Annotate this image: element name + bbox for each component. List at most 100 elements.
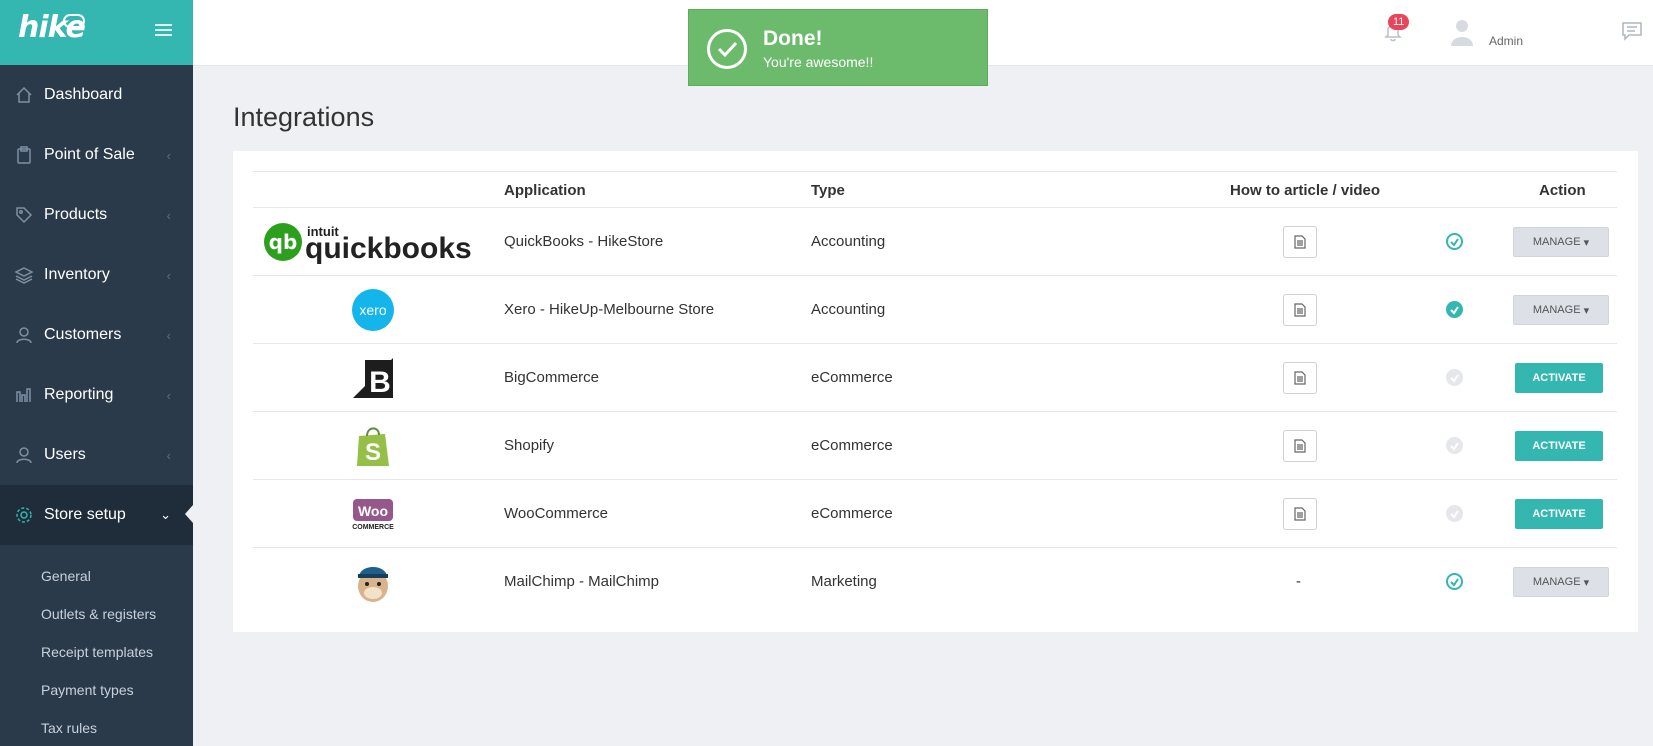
toast-message: You're awesome!! xyxy=(763,54,874,70)
sidebar: hike Dashboard Point of Sale ‹ Products … xyxy=(0,0,193,746)
application-name: BigCommerce xyxy=(504,369,600,386)
user-icon xyxy=(14,445,34,465)
sidebar-item-label: Products xyxy=(44,206,108,223)
chevron-left-icon: ‹ xyxy=(166,207,171,223)
sidebar-item-users[interactable]: Users ‹ xyxy=(0,425,193,485)
submenu-item-outlets-registers[interactable]: Outlets & registers xyxy=(0,595,193,633)
document-icon xyxy=(1294,303,1306,317)
application-name: QuickBooks - HikeStore xyxy=(504,233,664,250)
column-header-application: Application xyxy=(504,182,586,199)
user-menu-label[interactable]: Admin xyxy=(1489,34,1523,48)
table-row: MailChimp - MailChimp Marketing - MANAGE… xyxy=(253,548,1617,616)
application-type: Accounting xyxy=(811,301,886,318)
submenu-item-receipt-templates[interactable]: Receipt templates xyxy=(0,633,193,671)
sidebar-item-products[interactable]: Products ‹ xyxy=(0,185,193,245)
sidebar-item-point-of-sale[interactable]: Point of Sale ‹ xyxy=(0,125,193,185)
success-toast[interactable]: Done! You're awesome!! xyxy=(688,9,988,86)
chevron-left-icon: ‹ xyxy=(166,147,171,163)
activate-button[interactable]: ACTIVATE xyxy=(1515,363,1603,393)
status-inactive-icon xyxy=(1446,437,1463,454)
status-active-icon xyxy=(1446,573,1463,590)
activate-button[interactable]: ACTIVATE xyxy=(1515,431,1603,461)
document-button[interactable] xyxy=(1283,226,1317,258)
column-header-action: Action xyxy=(1539,182,1586,199)
sidebar-item-label: Inventory xyxy=(44,266,110,283)
svg-text:qb: qb xyxy=(269,230,298,254)
document-icon xyxy=(1294,507,1306,521)
user-icon xyxy=(14,325,34,345)
application-type: Accounting xyxy=(811,233,886,250)
document-button[interactable] xyxy=(1283,362,1317,394)
sidebar-item-reporting[interactable]: Reporting ‹ xyxy=(0,365,193,425)
integrations-table: Application Type How to article / video … xyxy=(253,171,1617,616)
sidebar-item-label: Customers xyxy=(44,326,122,343)
application-type: eCommerce xyxy=(811,437,893,454)
application-name: MailChimp - MailChimp xyxy=(504,573,660,590)
xero-logo: xero xyxy=(253,276,493,344)
svg-text:xero: xero xyxy=(359,302,386,318)
sidebar-item-label: Reporting xyxy=(44,386,114,403)
chevron-left-icon: ‹ xyxy=(166,267,171,283)
sidebar-item-dashboard[interactable]: Dashboard xyxy=(0,65,193,125)
table-row: qb intuit quickbooks QuickBooks - HikeSt… xyxy=(253,208,1617,276)
bigcommerce-logo: B xyxy=(253,344,493,412)
submenu-item-payment-types[interactable]: Payment types xyxy=(0,671,193,709)
document-button[interactable] xyxy=(1283,294,1317,326)
svg-text:S: S xyxy=(365,439,381,466)
application-type: eCommerce xyxy=(811,505,893,522)
sidebar-item-label: Store setup xyxy=(44,506,126,523)
table-row: B BigCommerce eCommerce ACTIVATE xyxy=(253,344,1617,412)
toast-title: Done! xyxy=(763,27,823,50)
svg-text:COMMERCE: COMMERCE xyxy=(352,524,394,531)
activate-button[interactable]: ACTIVATE xyxy=(1515,499,1603,529)
document-icon xyxy=(1294,371,1306,385)
page-title: Integrations xyxy=(233,102,375,132)
sidebar-item-inventory[interactable]: Inventory ‹ xyxy=(0,245,193,305)
submenu-item-tax-rules[interactable]: Tax rules xyxy=(0,709,193,746)
column-header-howto: How to article / video xyxy=(1230,182,1381,199)
avatar[interactable] xyxy=(1450,18,1474,46)
application-type: eCommerce xyxy=(811,369,893,386)
logo-cloud-icon xyxy=(63,14,85,28)
manage-button[interactable]: MANAGE ▾ xyxy=(1513,227,1609,257)
table-row: Woo COMMERCE WooCommerce eCommerce ACTIV… xyxy=(253,480,1617,548)
store-setup-submenu: General Outlets & registers Receipt temp… xyxy=(0,545,193,746)
submenu-item-general[interactable]: General xyxy=(0,557,193,595)
chevron-left-icon: ‹ xyxy=(166,387,171,403)
manage-button[interactable]: MANAGE ▾ xyxy=(1513,295,1609,325)
document-button[interactable] xyxy=(1283,430,1317,462)
chevron-down-icon: ⌄ xyxy=(160,507,171,522)
shopify-logo: S xyxy=(253,412,493,480)
svg-text:Woo: Woo xyxy=(358,503,388,519)
status-active-icon xyxy=(1446,301,1463,318)
chevron-left-icon: ‹ xyxy=(166,447,171,463)
status-inactive-icon xyxy=(1446,369,1463,386)
sidebar-item-label: Point of Sale xyxy=(44,146,135,163)
chat-icon[interactable] xyxy=(1621,21,1643,41)
table-row: S Shopify eCommerce ACTIVATE xyxy=(253,412,1617,480)
document-button[interactable] xyxy=(1283,498,1317,530)
sidebar-item-label: Dashboard xyxy=(44,86,123,103)
table-row: xero Xero - HikeUp-Melbourne Store Accou… xyxy=(253,276,1617,344)
woocommerce-logo: Woo COMMERCE xyxy=(253,480,493,548)
quickbooks-logo: qb intuit quickbooks xyxy=(253,208,493,276)
application-type: Marketing xyxy=(811,573,877,590)
svg-text:quickbooks: quickbooks xyxy=(305,232,472,264)
gear-icon xyxy=(14,505,34,525)
sidebar-item-customers[interactable]: Customers ‹ xyxy=(0,305,193,365)
logo-bar: hike xyxy=(0,0,193,65)
mailchimp-logo xyxy=(253,548,493,616)
application-name: Xero - HikeUp-Melbourne Store xyxy=(504,301,715,318)
document-icon xyxy=(1294,439,1306,453)
status-active-icon xyxy=(1446,233,1463,250)
application-name: WooCommerce xyxy=(504,505,608,522)
status-inactive-icon xyxy=(1446,505,1463,522)
clipboard-icon xyxy=(14,145,34,165)
sidebar-item-store-setup[interactable]: Store setup ⌄ xyxy=(0,485,193,545)
table-header: Application Type How to article / video … xyxy=(253,171,1617,208)
manage-button[interactable]: MANAGE ▾ xyxy=(1513,567,1609,597)
hamburger-menu-icon[interactable] xyxy=(155,24,172,37)
integrations-card: Application Type How to article / video … xyxy=(233,151,1638,632)
check-circle-icon xyxy=(707,29,747,69)
application-name: Shopify xyxy=(504,437,555,454)
